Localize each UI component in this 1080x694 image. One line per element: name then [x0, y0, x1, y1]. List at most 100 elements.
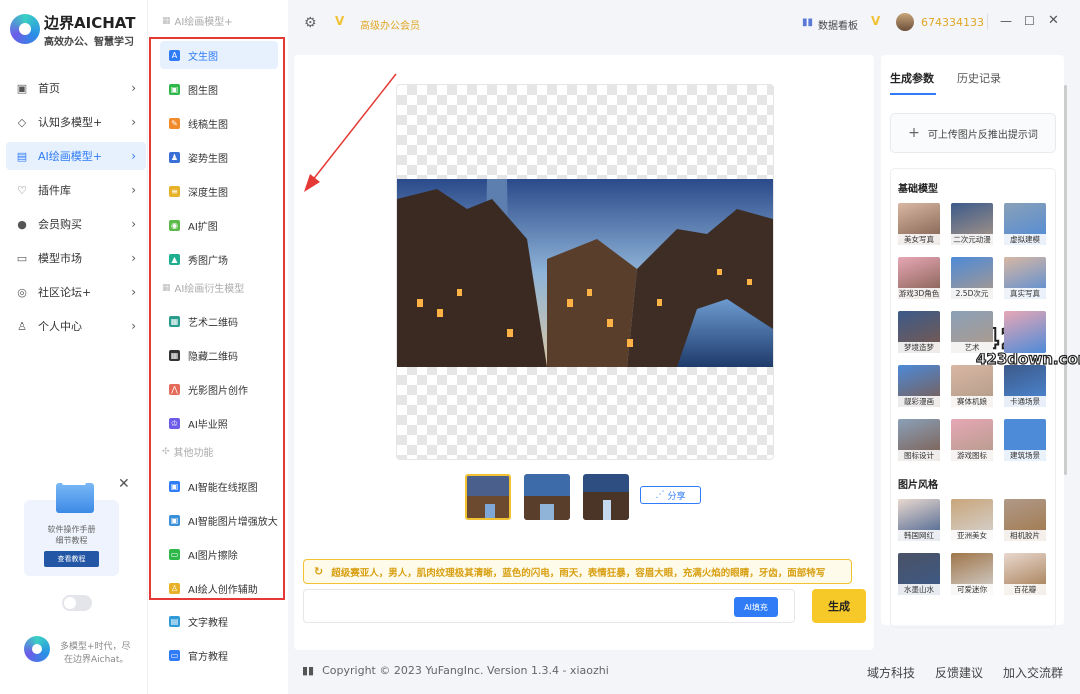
nav-item-membership[interactable]: ● 会员购买 › [6, 210, 146, 238]
thumbnail-3[interactable] [583, 474, 629, 520]
app-logo-icon [10, 14, 40, 44]
model-card-label: 水墨山水 [898, 584, 940, 595]
sub-item-text-tutorial[interactable]: ▤ 文字教程 [160, 607, 278, 635]
grid-icon: ▦ [162, 15, 171, 26]
folder-icon [56, 477, 94, 513]
chevron-right-icon: › [131, 251, 136, 265]
tab-history[interactable]: 历史记录 [957, 70, 1001, 86]
user-id[interactable]: 674334133 [921, 16, 984, 29]
chevron-right-icon: › [131, 115, 136, 129]
copyright: ▮▮ Copyright © 2023 YuFangInc. Version 1.… [302, 664, 609, 677]
sub-item-official-tutorial[interactable]: ▭ 官方教程 [160, 641, 278, 669]
promo-line2: 细节教程 [55, 536, 88, 545]
tab-indicator [890, 93, 936, 95]
section-image-style: 图片风格 [898, 480, 938, 491]
model-card[interactable]: 二次元动漫 [951, 203, 993, 245]
avatar[interactable] [896, 13, 914, 31]
upload-image-button[interactable]: + 可上传图片反推出提示词 [890, 113, 1056, 153]
model-card[interactable]: 建筑场景 [1004, 419, 1046, 461]
thumbnail-1[interactable] [465, 474, 511, 520]
monitor-icon: ▭ [169, 649, 180, 661]
prompt-input[interactable] [303, 589, 795, 623]
promo-line1: 软件操作手册 [47, 525, 96, 534]
prompt-suggestion[interactable]: ↻ 超级赛亚人，男人，肌肉纹理极其清晰，蓝色的闪电，雨天，表情狂暴，容眉大眼，充满… [303, 559, 852, 584]
scrollbar[interactable] [1064, 85, 1067, 475]
model-card-label: 赛体机娘 [951, 396, 993, 407]
model-card[interactable]: 美女写真 [898, 203, 940, 245]
share-button[interactable]: ⋰ 分享 [640, 486, 701, 504]
cube-icon: ◇ [17, 115, 27, 129]
gear-icon[interactable]: ⚙ [304, 15, 317, 31]
thumbnail-2[interactable] [524, 474, 570, 520]
model-card-label: 相机胶片 [1004, 530, 1046, 541]
model-card[interactable]: 2.5D次元 [951, 257, 993, 299]
theme-toggle[interactable] [62, 595, 92, 611]
chevron-right-icon: › [131, 285, 136, 299]
divider [987, 14, 988, 30]
model-card-label: 卡通场景 [1004, 396, 1046, 407]
left-sidebar [0, 0, 148, 694]
dashboard-link[interactable]: 数据看板 [818, 17, 858, 32]
model-card-label: 美女写真 [898, 234, 940, 245]
nav-item-profile[interactable]: ♙ 个人中心 › [6, 312, 146, 340]
model-card[interactable]: 可爱迷你 [951, 553, 993, 595]
model-card-label: 二次元动漫 [951, 234, 993, 245]
generate-button[interactable]: 生成 [812, 589, 866, 623]
nav-item-ai-painting[interactable]: ▤ AI绘画模型+ › [6, 142, 146, 170]
nav-item-plugins[interactable]: ♡ 插件库 › [6, 176, 146, 204]
nav-item-forum[interactable]: ◎ 社区论坛+ › [6, 278, 146, 306]
footer-link-company[interactable]: 域方科技 [867, 664, 915, 681]
vip-label[interactable]: 高级办公会员 [360, 17, 420, 32]
home-icon: ▣ [16, 81, 28, 95]
model-card-label: 2.5D次元 [951, 288, 993, 299]
sidebar-footer-line2: 在边界Aichat。 [64, 655, 129, 665]
model-card[interactable]: 相机胶片 [1004, 499, 1046, 541]
model-card[interactable]: 百花瓣 [1004, 553, 1046, 595]
generated-image[interactable] [397, 179, 773, 367]
model-card[interactable] [1004, 311, 1046, 353]
model-card[interactable]: 卡通场景 [1004, 365, 1046, 407]
nav-item-market[interactable]: ▭ 模型市场 › [6, 244, 146, 272]
model-card-label: 可爱迷你 [951, 584, 993, 595]
store-icon: ▭ [16, 251, 28, 265]
vip-icon: V [335, 14, 345, 28]
footer-link-feedback[interactable]: 反馈建议 [935, 664, 983, 681]
image-icon: ▤ [16, 149, 28, 163]
model-card[interactable]: 游戏3D角色 [898, 257, 940, 299]
refresh-icon[interactable]: ↻ [314, 565, 323, 578]
nav-item-home[interactable]: ▣ 首页 › [6, 74, 146, 102]
model-card[interactable]: 赛体机娘 [951, 365, 993, 407]
model-card[interactable]: 水墨山水 [898, 553, 940, 595]
close-promo-icon[interactable]: ✕ [118, 476, 130, 492]
bar-chart-icon: ▮▮ [802, 17, 814, 28]
model-card-label: 百花瓣 [1004, 584, 1046, 595]
model-card[interactable]: 真实写真 [1004, 257, 1046, 299]
ai-fill-button[interactable]: AI填充 [734, 597, 778, 617]
model-card[interactable]: 亚洲美女 [951, 499, 993, 541]
model-card-label: 亚洲美女 [951, 530, 993, 541]
bar-chart-icon: ▮▮ [302, 664, 315, 677]
minimize-icon[interactable]: — [1000, 14, 1012, 28]
maximize-icon[interactable]: ☐ [1024, 14, 1035, 28]
chevron-right-icon: › [131, 319, 136, 333]
model-card[interactable]: 梦境造梦 [898, 311, 940, 353]
model-card-label: 游戏图标 [951, 450, 993, 461]
model-card-label: 游戏3D角色 [898, 288, 940, 299]
nav-item-models[interactable]: ◇ 认知多模型+ › [6, 108, 146, 136]
chat-icon: ◎ [17, 285, 27, 299]
model-card-label: 艺术 [951, 342, 993, 353]
model-card[interactable]: 靓彩漫画 [898, 365, 940, 407]
user-icon: ● [17, 217, 27, 231]
section-base-models: 基础模型 [898, 184, 938, 195]
model-card[interactable]: 图标设计 [898, 419, 940, 461]
model-card-label: 靓彩漫画 [898, 396, 940, 407]
tab-params[interactable]: 生成参数 [890, 70, 934, 86]
model-card-label: 建筑场景 [1004, 450, 1046, 461]
model-card[interactable]: 韩国网红 [898, 499, 940, 541]
close-icon[interactable]: ✕ [1048, 13, 1059, 28]
footer-link-group[interactable]: 加入交流群 [1003, 664, 1063, 681]
view-tutorial-button[interactable]: 查看教程 [44, 551, 99, 567]
model-card[interactable]: 游戏图标 [951, 419, 993, 461]
model-card[interactable]: 虚拟建模 [1004, 203, 1046, 245]
model-card[interactable]: 艺术 [951, 311, 993, 353]
